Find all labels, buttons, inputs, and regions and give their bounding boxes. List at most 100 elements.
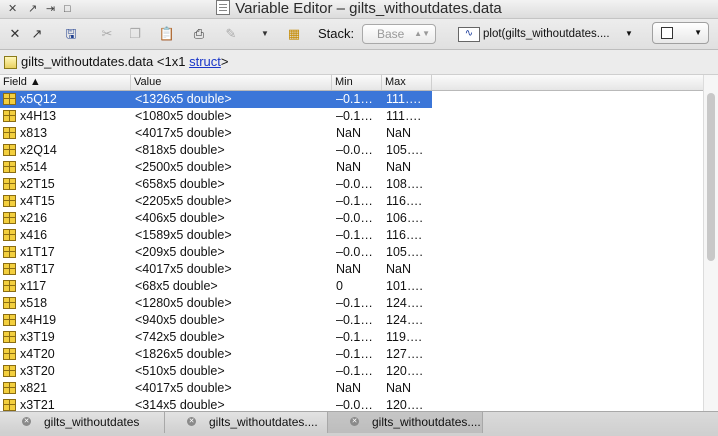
cell-field: x4H13 [20,109,57,123]
document-tab[interactable]: ✕ gilts_withoutdates [0,412,165,433]
save-icon[interactable]: 🖫 [62,25,80,43]
close-tab-icon[interactable]: ✕ [187,417,196,426]
column-header-max[interactable]: Max [382,75,432,90]
cell-max: 116…. [386,228,422,242]
paste-icon[interactable]: 📋 [158,25,176,43]
cell-value: <4017x5 double> [135,262,232,276]
close-tab-icon[interactable]: ✕ [22,417,31,426]
scrollbar-thumb[interactable] [707,93,715,261]
matrix-icon [3,93,16,105]
matrix-icon [3,161,16,173]
copy-icon[interactable]: ❐ [126,25,144,43]
table-row[interactable]: x4T15 <2205x5 double> –0.1… 116…. [0,193,703,210]
table-row[interactable]: x4H19 <940x5 double> –0.1… 124…. [0,312,703,329]
document-tab[interactable]: ✕ gilts_withoutdates.... [165,412,328,433]
cell-min: –0.0… [336,398,373,411]
variable-header: gilts_withoutdates.data <1x1 struct> [0,50,718,75]
table-row[interactable]: x117 <68x5 double> 0 101…. [0,278,703,295]
updown-icon: ▲▼ [414,29,430,38]
column-header-min[interactable]: Min [332,75,382,90]
cell-value: <68x5 double> [135,279,218,293]
table-row[interactable]: x1T17 <209x5 double> –0.0… 105…. [0,244,703,261]
cell-max: 105…. [386,143,423,157]
cell-value: <818x5 double> [135,143,225,157]
layout-select[interactable]: ▼ [652,22,709,44]
table-row[interactable]: x416 <1589x5 double> –0.1… 116…. [0,227,703,244]
matrix-icon [3,314,16,326]
table-row[interactable]: x821 <4017x5 double> NaN NaN [0,380,703,397]
table-row[interactable]: x4H13 <1080x5 double> –0.1… 111…. [0,108,703,125]
cell-value: <1826x5 double> [135,347,232,361]
table-row[interactable]: x2Q14 <818x5 double> –0.0… 105…. [0,142,703,159]
struct-icon [4,56,17,69]
cell-min: –0.1… [336,228,373,242]
variable-name-text: gilts_withoutdates.data [21,54,154,69]
matrix-icon [3,246,16,258]
column-header-field[interactable]: Field ▲ [0,75,131,90]
table-row[interactable]: x3T19 <742x5 double> –0.1… 119…. [0,329,703,346]
document-tab[interactable]: ✕ gilts_withoutdates.... [328,412,483,433]
cell-value: <742x5 double> [135,330,225,344]
column-header-min-label: Min [335,76,353,88]
variable-size-close: > [220,54,229,69]
matrix-icon [3,229,16,241]
cell-max: 116…. [386,194,422,208]
table-row[interactable]: x518 <1280x5 double> –0.1… 124…. [0,295,703,312]
cell-value: <2500x5 double> [135,160,232,174]
vertical-scrollbar[interactable] [703,75,718,411]
table-row[interactable]: x2T15 <658x5 double> –0.0… 108…. [0,176,703,193]
close-icon[interactable]: ✕ [6,25,24,43]
cut-icon[interactable]: ✂ [98,25,116,43]
chevron-down-icon: ▼ [625,29,633,38]
table-row[interactable]: x3T20 <510x5 double> –0.1… 120…. [0,363,703,380]
cell-min: –0.0… [336,177,373,191]
plot-icon: ∿ [458,27,480,42]
cell-field: x1T17 [20,245,55,259]
cell-value: <510x5 double> [135,364,225,378]
table-body: x5Q12 <1326x5 double> –0.1… 111…. x4H13 <1080… [0,91,703,411]
table-row[interactable]: x3T21 <314x5 double> –0.0… 120…. [0,397,703,411]
table-row[interactable]: x8T17 <4017x5 double> NaN NaN [0,261,703,278]
brush-icon[interactable]: ✎ [222,25,240,43]
cell-max: 108…. [386,177,423,191]
close-tab-icon[interactable]: ✕ [350,417,359,426]
cell-min: –0.1… [336,109,373,123]
stack-select[interactable]: Base ▲▼ [362,24,436,44]
cell-value: <314x5 double> [135,398,225,411]
cell-value: <940x5 double> [135,313,225,327]
cell-max: 120…. [386,364,423,378]
column-header-value[interactable]: Value [131,75,332,90]
matrix-icon [3,348,16,360]
table-row[interactable]: x4T20 <1826x5 double> –0.1… 127…. [0,346,703,363]
stack-select-value: Base [377,27,405,41]
tab-label: gilts_withoutdates [44,415,140,429]
brush-dropdown-icon[interactable]: ▼ [256,25,274,43]
cell-max: 124…. [386,296,423,310]
table-row[interactable]: x5Q12 <1326x5 double> –0.1… 111…. [0,91,703,108]
table-row[interactable]: x216 <406x5 double> –0.0… 106…. [0,210,703,227]
stack-label: Stack: [318,26,355,41]
matrix-icon [3,110,16,122]
cell-min: –0.1… [336,296,373,310]
matrix-icon [3,178,16,190]
cell-max: 101…. [386,279,423,293]
matrix-icon [3,144,16,156]
cell-field: x4H19 [20,313,57,327]
struct-link[interactable]: struct [189,54,221,69]
cell-field: x4T20 [20,347,55,361]
tab-label: gilts_withoutdates.... [209,415,318,429]
cell-value: <2205x5 double> [135,194,232,208]
plot-selector[interactable]: ∿ plot(gilts_withoutdates.... ▼ [458,24,634,44]
print-icon[interactable]: ⎙ [190,25,208,43]
new-variable-icon[interactable]: ▦ [285,25,303,43]
undock-arrow-icon[interactable]: ↗ [28,25,46,43]
cell-min: –0.1… [336,364,373,378]
plot-label: plot(gilts_withoutdates.... [483,28,610,40]
matrix-icon [3,365,16,377]
cell-value: <4017x5 double> [135,126,232,140]
table-row[interactable]: x514 <2500x5 double> NaN NaN [0,159,703,176]
table-row[interactable]: x813 <4017x5 double> NaN NaN [0,125,703,142]
cell-max: 111…. [386,92,421,106]
matrix-icon [3,399,16,411]
cell-value: <1080x5 double> [135,109,232,123]
